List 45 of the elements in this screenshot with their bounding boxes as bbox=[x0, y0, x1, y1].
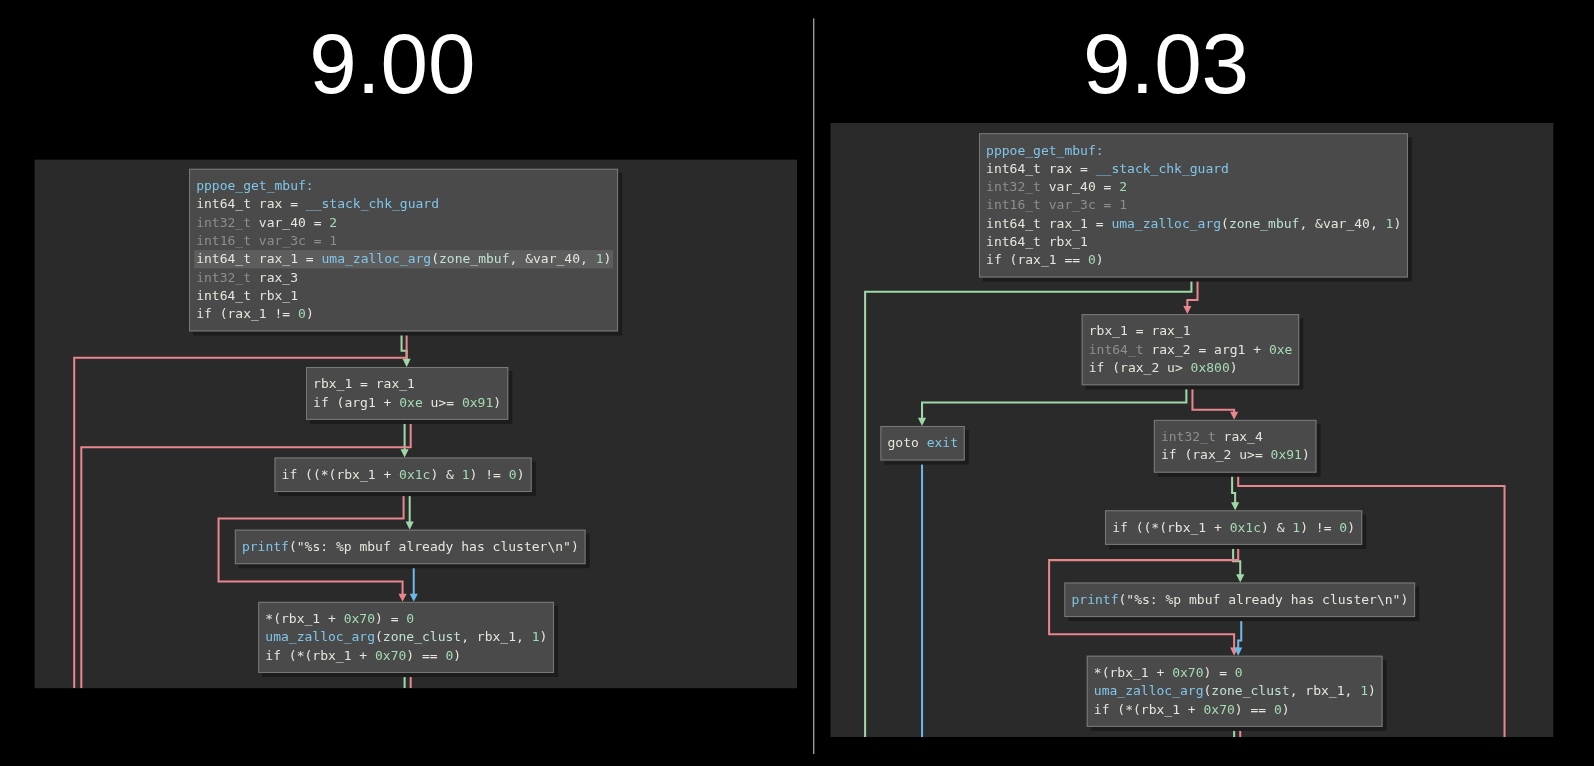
code-block[interactable]: pppoe_get_mbuf: int64_t rax = __stack_chk_guard int32_t var_40 = 2 int16_t var_3c = 1 int64_t rax_1 = uma_zalloc_arg(zone_mbuf, &var_40, 1) int64_t rbx_1 if (rax_1 == 0) bbox=[978, 133, 1409, 278]
code-line: uma_zalloc_arg(zone_clust, rbx_1, 1) bbox=[1092, 682, 1377, 701]
code-line: int64_t rax_2 = arg1 + 0xe bbox=[1087, 340, 1294, 359]
code-line: if (*(rbx_1 + 0x70) == 0) bbox=[264, 646, 463, 665]
code-line: if (rax_1 == 0) bbox=[985, 251, 1105, 270]
code-line: if (arg1 + 0xe u>= 0x91) bbox=[312, 393, 503, 412]
code-line: printf("%s: %p mbuf already has cluster\n") bbox=[1070, 590, 1410, 609]
code-block[interactable]: if ((*(rbx_1 + 0x1c) & 1) != 0) bbox=[274, 457, 532, 493]
code-line: int64_t rax = __stack_chk_guard bbox=[195, 195, 440, 214]
code-line: if (*(rbx_1 + 0x70) == 0) bbox=[1092, 700, 1291, 719]
code-line: pppoe_get_mbuf: bbox=[985, 141, 1105, 160]
code-line: uma_zalloc_arg(zone_clust, rbx_1, 1) bbox=[264, 628, 549, 647]
code-line: int16_t var_3c = 1 bbox=[195, 231, 339, 251]
code-line: if ((*(rbx_1 + 0x1c) & 1) != 0) bbox=[280, 465, 526, 484]
code-line: int64_t rax_1 = uma_zalloc_arg(zone_mbuf, &var_40, 1) bbox=[985, 214, 1403, 233]
code-line: int32_t rax_3 bbox=[195, 268, 300, 287]
code-line: *(rbx_1 + 0x70) = 0 bbox=[1092, 663, 1244, 683]
code-block[interactable]: int32_t rax_4 if (rax_2 u>= 0x91) bbox=[1153, 419, 1317, 473]
version-title: 9.00 bbox=[308, 14, 477, 113]
code-line: *(rbx_1 + 0x70) = 0 bbox=[264, 609, 416, 629]
code-line: printf("%s: %p mbuf already has cluster\n") bbox=[240, 537, 580, 557]
code-line: rbx_1 = rax_1 bbox=[1087, 322, 1192, 341]
code-line: if (rax_1 != 0) bbox=[195, 305, 315, 324]
version-title: 9.03 bbox=[1081, 14, 1251, 113]
code-line: if (rax_2 u>= 0x91) bbox=[1159, 446, 1311, 465]
code-block[interactable]: if ((*(rbx_1 + 0x1c) & 1) != 0) bbox=[1105, 510, 1363, 545]
code-line: if (rax_2 u> 0x800) bbox=[1087, 358, 1239, 378]
code-block[interactable]: rbx_1 = rax_1 if (arg1 + 0xe u>= 0x91) bbox=[306, 367, 509, 420]
code-line: int32_t var_40 = 2 bbox=[195, 213, 339, 232]
code-block[interactable]: printf("%s: %p mbuf already has cluster\n") bbox=[1064, 582, 1416, 618]
code-line: int64_t rbx_1 bbox=[985, 232, 1089, 252]
code-block[interactable]: printf("%s: %p mbuf already has cluster\n") bbox=[234, 529, 586, 565]
code-line: rbx_1 = rax_1 bbox=[312, 375, 416, 394]
code-line: int64_t rbx_1 bbox=[195, 286, 300, 305]
code-line: if ((*(rbx_1 + 0x1c) & 1) != 0) bbox=[1111, 518, 1356, 537]
code-line: pppoe_get_mbuf: bbox=[195, 176, 315, 196]
code-block[interactable]: pppoe_get_mbuf: int64_t rax = __stack_chk_guard int32_t var_40 = 2 int16_t var_3c = 1 int64_t rax_1 = uma_zalloc_arg(zone_mbuf, &var_40, 1) int32_t rax_3 int64_t rbx_1 if (rax_1 != 0) bbox=[189, 168, 619, 332]
code-line: int64_t rax = __stack_chk_guard bbox=[985, 159, 1230, 178]
code-block[interactable]: *(rbx_1 + 0x70) = 0 uma_zalloc_arg(zone_clust, rbx_1, 1) if (*(rbx_1 + 0x70) == 0) bbox=[1086, 655, 1383, 727]
code-line: int16_t var_3c = 1 bbox=[985, 196, 1129, 215]
code-line: goto exit bbox=[886, 434, 959, 453]
code-block[interactable]: goto exit bbox=[880, 425, 966, 461]
code-line: int32_t var_40 = 2 bbox=[985, 177, 1129, 197]
code-line: int32_t rax_4 bbox=[1159, 428, 1264, 447]
code-block[interactable]: rbx_1 = rax_1 int64_t rax_2 = arg1 + 0xe if (rax_2 u> 0x800) bbox=[1081, 314, 1300, 386]
